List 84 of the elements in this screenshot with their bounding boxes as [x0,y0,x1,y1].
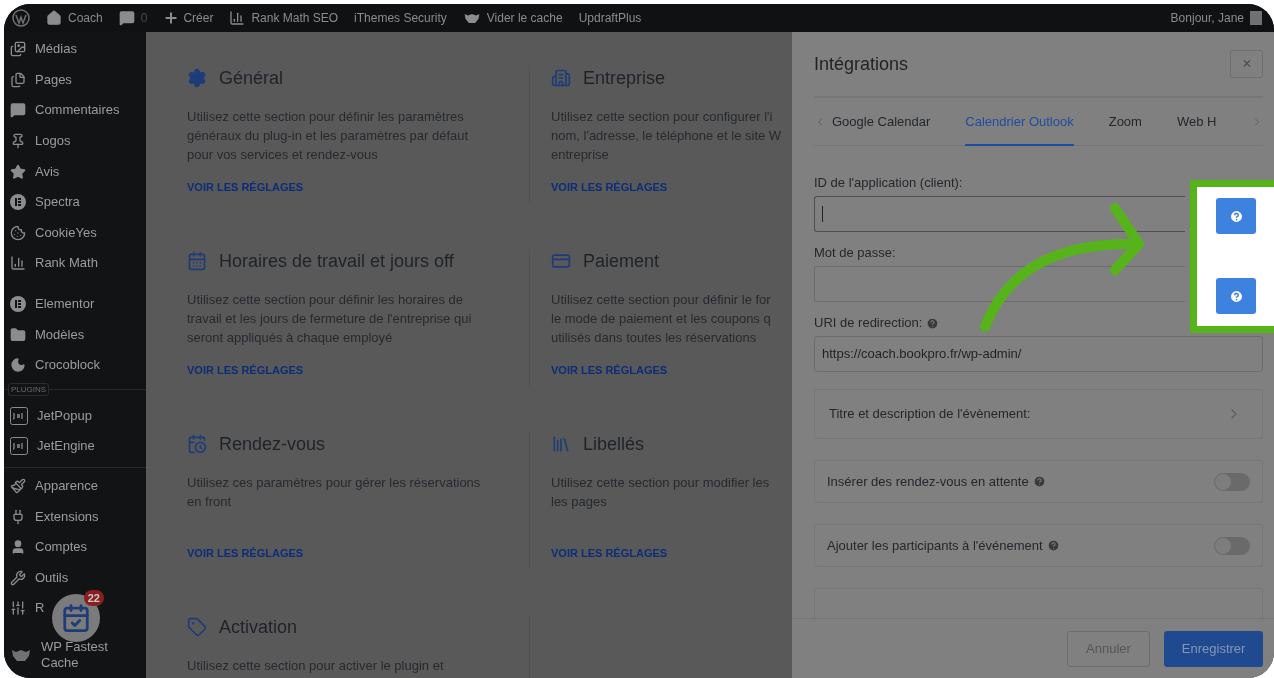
help-button[interactable] [1216,278,1256,314]
settings-icon [187,68,207,88]
building-icon [551,68,571,88]
greeting-link[interactable]: Bonjour, Jane [1170,9,1262,27]
sidebar-item[interactable]: Logos [4,125,73,157]
calendar-clock-icon [187,434,207,454]
toolbar-link[interactable]: iThemes Security [354,9,447,27]
help-icon [1228,208,1244,224]
panel-title: Intégrations [814,52,909,76]
wrench-icon [10,569,26,586]
field-label: Mot de passe: [814,244,896,263]
sidebar-item[interactable]: JetEngine [4,431,97,462]
star-icon [10,163,26,180]
sidebar-item[interactable]: CookieYes [4,217,99,249]
integration-tab[interactable]: Google Calendar [832,97,931,146]
field-label: ID de l'application (client): [814,174,963,193]
sidebar-item[interactable]: Crocoblock [4,349,103,381]
toolbar-link[interactable]: Vider le cache [462,9,563,27]
books-icon [551,434,571,454]
images-icon [10,41,26,58]
sidebar-item[interactable]: Rank Math [4,248,100,279]
sidebar-item[interactable]: JetPopup [4,400,94,432]
sidebar-item[interactable]: Spectra [4,186,82,218]
plugin-logo-icon [10,437,28,456]
comment-icon [10,102,26,119]
bar-chart-icon [229,10,246,26]
section-title: Activation [219,615,298,639]
sidebar-item[interactable]: Médias [4,34,79,65]
sidebar-item[interactable]: Pages [4,64,74,96]
toggle-label: Insérer des rendez-vous en attente [827,472,1029,491]
section-title: Horaires de travail et jours off [219,249,454,273]
bar-chart-icon [10,255,26,272]
toolbar-link[interactable]: UpdraftPlus [578,9,642,27]
plug-icon [10,508,26,525]
accordion-row[interactable]: Titre et description de l'évènement: [814,389,1264,439]
toolbar-link[interactable]: Rank Math SEO [229,9,339,27]
section-title: Libellés [583,432,645,456]
help-button[interactable] [1216,198,1256,234]
help-icon[interactable] [926,316,940,330]
sidebar-item[interactable]: Avis [4,156,62,187]
brush-icon [10,478,26,494]
comment-icon [118,10,135,26]
crescent-icon [10,357,26,374]
integration-tab[interactable]: Web H [1176,97,1217,146]
sidebar-item[interactable]: Comptes [4,531,90,563]
user-icon [10,539,26,556]
cookie-icon [10,224,26,241]
wordpress-logo-icon[interactable] [12,9,30,27]
sidebar-item[interactable]: Elementor [4,288,97,320]
section-title: Général [219,66,284,90]
spectra-logo-icon [10,194,26,211]
tag-icon [187,617,207,637]
field-label: URI de redirection: [814,314,923,333]
sidebar-item[interactable]: Apparence [4,470,100,502]
text-field[interactable] [814,196,1186,232]
home-icon [46,10,62,26]
sidebar-item[interactable]: Commentaires [4,95,122,126]
text-field[interactable] [814,266,1186,302]
section-label: PLUGINS [8,382,50,396]
text-field[interactable]: https://coach.bookpro.fr/wp-admin/ [814,336,1264,372]
section-title: Entreprise [583,66,666,90]
calendar-icon [187,251,207,271]
create-link[interactable]: Créer [163,9,214,27]
plugin-logo-icon [10,406,28,425]
help-icon[interactable] [1046,539,1060,552]
section-title: Paiement [583,249,660,273]
notification-count: 22 [83,590,104,606]
integration-tab[interactable]: Zoom [1108,97,1142,146]
section-title: Rendez-vous [219,432,326,456]
folder-icon [10,326,26,343]
site-link[interactable]: Coach [46,9,103,27]
sliders-icon [10,600,26,617]
sidebar-item[interactable]: R [4,593,47,624]
sidebar-item[interactable]: Outils [4,562,71,594]
pin-icon [10,133,26,150]
calendar-check-icon [61,603,91,633]
toggle-label: Ajouter les participants à l'événement [827,536,1043,555]
sidebar-item[interactable]: Extensions [4,501,101,532]
sidebar-item[interactable]: Modèles [4,319,87,350]
help-icon [1228,288,1244,304]
card-icon [551,251,571,271]
help-icon[interactable] [1032,475,1046,488]
elementor-logo-icon [10,296,26,313]
pages-icon [10,71,26,88]
